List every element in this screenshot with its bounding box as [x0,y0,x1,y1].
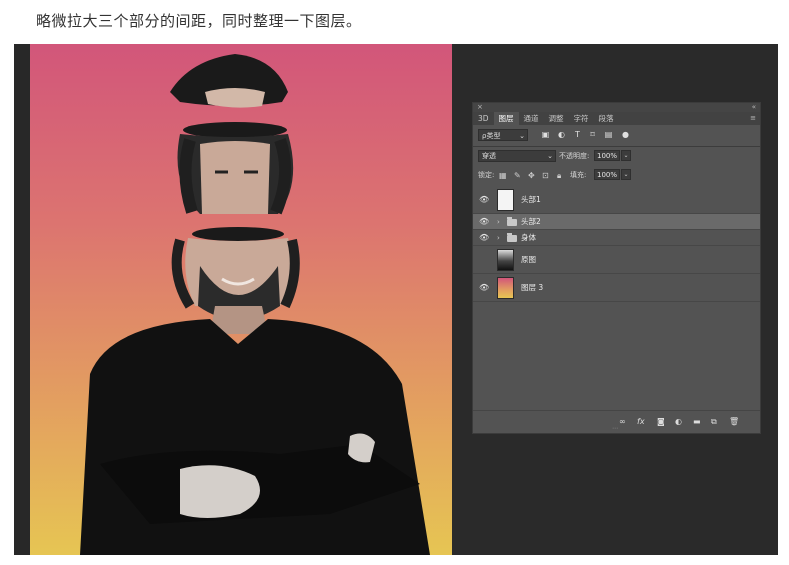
adjustment-filter-icon[interactable]: ◐ [557,130,566,139]
tab-layers[interactable]: 图层 [493,112,519,125]
collapse-icon[interactable]: « [752,103,756,111]
folder-icon [507,217,517,226]
layer-thumbnail [497,249,514,271]
layer-name: 身体 [521,233,536,242]
caption-text: 略微拉大三个部分的间距，同时整理一下图层。 [36,12,362,30]
tab-adjustments[interactable]: 调整 [544,112,569,125]
lock-position-icon[interactable]: ✥ [528,171,535,180]
folder-icon[interactable]: ▬ [693,417,701,427]
layer-filter-select[interactable]: ρ类型 ⌄ [478,129,528,141]
lock-label: 锁定: [478,171,495,179]
opacity-input[interactable]: 100% [594,150,620,161]
divider [473,146,760,147]
blend-row: 穿透 ⌄ 不透明度: 100% ⌄ [473,148,760,166]
layer-name: 图层 3 [521,283,544,292]
filter-toggle-icon[interactable]: ● [621,130,630,139]
smart-object-filter-icon[interactable]: ▤ [604,130,613,139]
panel-titlebar: × « [473,103,760,112]
layer-row-head2[interactable]: 👁︎ › 头部2 [473,214,760,230]
layers-panel: × « 3D 图层 通道 调整 字符 段落 ≡ ρ类型 ⌄ ▣ ◐ T ⌑ ▤ … [472,102,761,434]
eye-icon[interactable]: 👁︎ [479,283,489,293]
panel-bottom-toolbar: ∞ fx ◙ ◐ ▬ ⧉ 🗑︎ ⋯ [473,410,760,433]
fill-dropdown-icon[interactable]: ⌄ [621,169,631,180]
layer-row-body[interactable]: 👁︎ › 身体 [473,230,760,246]
trash-icon[interactable]: 🗑︎ [729,417,739,427]
new-layer-icon[interactable]: ⧉ [711,417,717,427]
eye-icon[interactable]: 👁︎ [479,195,489,205]
fill-label: 填充: [570,171,587,179]
lock-row: 锁定: ▦ ✎ ✥ ⊡ 🔒︎ 填充: 100% ⌄ [473,167,760,185]
layer-name: 头部1 [521,195,541,204]
blend-mode-value: 穿透 [482,152,496,160]
shape-filter-icon[interactable]: ⌑ [588,130,597,139]
opacity-dropdown-icon[interactable]: ⌄ [621,150,631,161]
layer-thumbnail [497,277,514,299]
document-canvas[interactable] [30,44,452,555]
layer-name: 头部2 [521,217,541,226]
layer-thumbnail [497,189,514,211]
lock-all-icon[interactable]: 🔒︎ [557,171,561,180]
blend-mode-select[interactable]: 穿透 ⌄ [478,150,556,162]
tab-paragraph[interactable]: 段落 [594,112,619,125]
tab-3d[interactable]: 3D [473,112,494,125]
lock-artboard-icon[interactable]: ⊡ [542,171,549,180]
layers-list: 👁︎ 头部1 👁︎ › 头部2 👁︎ › 身体 原图 👁︎ 图层 3 [473,186,760,398]
panel-menu-icon[interactable]: ≡ [750,114,756,122]
lock-transparency-icon[interactable]: ▦ [499,171,507,180]
link-icon[interactable]: ∞ [619,417,626,427]
layer-row-head1[interactable]: 👁︎ 头部1 [473,186,760,214]
panel-tabs: 3D 图层 通道 调整 字符 段落 ≡ [473,112,760,125]
lock-paint-icon[interactable]: ✎ [514,171,521,180]
layer-row-layer3[interactable]: 👁︎ 图层 3 [473,274,760,302]
close-icon[interactable]: × [477,103,483,111]
opacity-label: 不透明度: [559,152,590,160]
fill-input[interactable]: 100% [594,169,620,180]
chevron-right-icon[interactable]: › [497,233,500,243]
filter-row: ρ类型 ⌄ ▣ ◐ T ⌑ ▤ ● [473,127,760,145]
eye-icon[interactable]: 👁︎ [479,233,489,243]
folder-icon [507,233,517,242]
type-filter-icon[interactable]: T [573,130,582,139]
resize-grip[interactable]: ⋯ [612,425,618,432]
chevron-right-icon[interactable]: › [497,217,500,227]
photoshop-workspace: × « 3D 图层 通道 调整 字符 段落 ≡ ρ类型 ⌄ ▣ ◐ T ⌑ ▤ … [14,44,778,555]
chevron-down-icon: ⌄ [519,132,525,140]
chevron-down-icon: ⌄ [547,152,553,160]
image-filter-icon[interactable]: ▣ [541,130,550,139]
filter-label: ρ类型 [482,132,501,140]
layer-row-original[interactable]: 原图 [473,246,760,274]
mask-icon[interactable]: ◙ [657,417,665,427]
layer-name: 原图 [521,255,536,264]
eye-icon[interactable]: 👁︎ [479,217,489,227]
artwork-illustration [80,54,430,555]
fx-icon[interactable]: fx [637,417,645,427]
tab-channels[interactable]: 通道 [519,112,544,125]
tab-character[interactable]: 字符 [569,112,594,125]
adjustment-icon[interactable]: ◐ [675,417,682,427]
